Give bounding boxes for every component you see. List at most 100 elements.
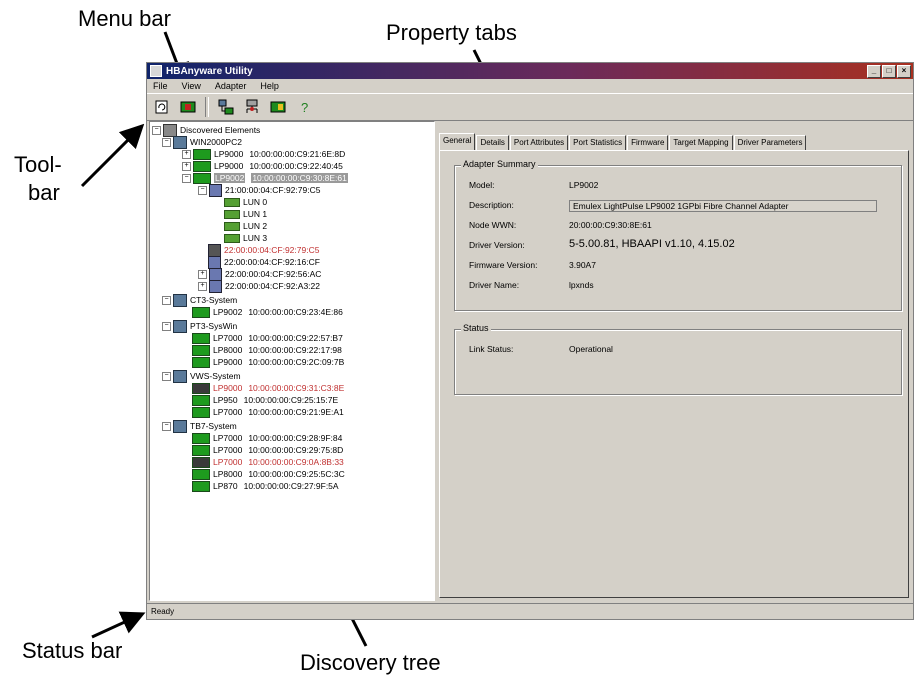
expand-icon[interactable]: + [182, 149, 191, 159]
host-label: TB7-System [190, 421, 237, 431]
tab-general[interactable]: General [439, 133, 476, 150]
lun-icon [224, 197, 240, 207]
host-icon [173, 419, 187, 433]
tree-adapter[interactable]: LP8000 10:00:00:00:C9:25:5C:3C [192, 468, 345, 480]
prop-label: Description: [469, 200, 514, 210]
tab-driver-parameters[interactable]: Driver Parameters [733, 135, 807, 150]
collapse-icon[interactable]: − [198, 185, 207, 195]
discovery-tree[interactable]: − Discovered Elements − WIN2000PC2 + LP9… [149, 121, 435, 601]
discover-button[interactable] [179, 98, 197, 116]
tab-port-attributes[interactable]: Port Attributes [509, 135, 569, 150]
adapter-model: LP950 [213, 395, 238, 405]
tab-target-mapping[interactable]: Target Mapping [669, 135, 733, 150]
tree-lun[interactable]: LUN 2 [224, 220, 267, 232]
window-title: HBAnyware Utility [166, 65, 253, 77]
status-group: Status Link Status: Operational [454, 323, 902, 395]
help-button[interactable]: ? [295, 98, 313, 116]
lun-label: LUN 2 [243, 221, 268, 231]
reset-adapter-button[interactable] [269, 98, 287, 116]
tree-adapter[interactable]: LP7000 10:00:00:00:C9:28:9F:84 [192, 432, 342, 444]
title-bar[interactable]: HBAnyware Utility _ □ × [147, 63, 913, 79]
tree-adapter[interactable]: LP950 10:00:00:00:C9:25:15:7E [192, 394, 338, 406]
adapter-wwn: 10:00:00:00:C9:31:C3:8E [248, 383, 345, 393]
tree-adapter[interactable]: LP9002 10:00:00:00:C9:23:4E:86 [192, 306, 343, 318]
menu-adapter[interactable]: Adapter [213, 81, 249, 91]
tree-adapter-selected[interactable]: − LP9002 10:00:00:00:C9:30:8E:61 [182, 172, 348, 184]
tree-root[interactable]: − Discovered Elements [152, 123, 260, 137]
adapter-icon [192, 332, 210, 344]
adapter-model: LP7000 [213, 433, 243, 443]
tab-details[interactable]: Details [476, 135, 509, 150]
tab-port-statistics[interactable]: Port Statistics [569, 135, 627, 150]
close-button[interactable]: × [897, 65, 911, 78]
target-icon [209, 183, 222, 197]
collapse-icon[interactable]: − [162, 421, 171, 431]
sort-by-host-button[interactable] [217, 98, 235, 116]
expand-icon[interactable]: + [198, 281, 207, 291]
adapter-model: LP9000 [213, 383, 243, 393]
collapse-icon[interactable]: − [162, 137, 171, 147]
adapter-wwn: 10:00:00:00:C9:23:4E:86 [248, 307, 343, 317]
tree-adapter[interactable]: + LP9000 10:00:00:00:C9:21:6E:8D [182, 148, 345, 160]
adapter-wwn: 10:00:00:00:C9:27:9F:5A [243, 481, 339, 491]
collapse-icon[interactable]: − [162, 321, 171, 331]
tree-lun[interactable]: LUN 0 [224, 196, 267, 208]
lun-label: LUN 0 [243, 197, 268, 207]
tree-target[interactable]: + 22:00:00:04:CF:92:56:AC [198, 267, 321, 281]
svg-text:?: ? [301, 100, 308, 115]
menu-view[interactable]: View [180, 81, 203, 91]
adapter-wwn: 10:00:00:00:C9:21:9E:A1 [248, 407, 344, 417]
adapter-wwn: 10:00:00:00:C9:29:75:8D [248, 445, 344, 455]
tree-host[interactable]: − PT3-SysWin [162, 319, 237, 333]
tree-adapter[interactable]: LP9000 10:00:00:00:C9:31:C3:8E [192, 382, 344, 394]
prop-model: Model: LP9002 [469, 180, 598, 190]
tree-adapter[interactable]: LP7000 10:00:00:00:C9:22:57:B7 [192, 332, 343, 344]
collapse-icon[interactable]: − [152, 125, 161, 135]
tree-adapter[interactable]: LP7000 10:00:00:00:C9:29:75:8D [192, 444, 343, 456]
menu-help[interactable]: Help [258, 81, 281, 91]
tree-adapter[interactable]: LP7000 10:00:00:00:C9:21:9E:A1 [192, 406, 344, 418]
toolbar-separator [205, 97, 209, 117]
collapse-icon[interactable]: − [162, 371, 171, 381]
adapter-error-icon [192, 382, 210, 394]
document-refresh-icon [155, 100, 168, 114]
tab-firmware[interactable]: Firmware [627, 135, 669, 150]
adapter-wwn: 10:00:00:00:C9:25:5C:3C [248, 469, 345, 479]
callout-property-tabs: Property tabs [386, 20, 517, 45]
expand-icon[interactable]: + [182, 161, 191, 171]
collapse-icon[interactable]: − [182, 173, 191, 183]
tree-target[interactable]: 22:00:00:04:CF:92:79:C5 [208, 243, 319, 257]
minimize-button[interactable]: _ [867, 65, 881, 78]
maximize-button[interactable]: □ [882, 65, 896, 78]
tree-host[interactable]: − VWS-System [162, 369, 241, 383]
prop-firmware-version: Firmware Version: 3.90A7 [469, 260, 596, 270]
callout-toolbar-line1: Tool- [14, 152, 62, 177]
adapter-icon [192, 444, 210, 456]
tree-adapter[interactable]: LP9000 10:00:00:00:C9:2C:09:7B [192, 356, 344, 368]
tree-host[interactable]: − WIN2000PC2 [162, 135, 242, 149]
status-bar: Ready [147, 603, 913, 619]
tree-adapter[interactable]: LP870 10:00:00:00:C9:27:9F:5A [192, 480, 339, 492]
target-wwn: 22:00:00:04:CF:92:A3:22 [225, 281, 320, 291]
tree-target[interactable]: 22:00:00:04:CF:92:16:CF [208, 255, 320, 269]
lun-icon [224, 221, 240, 231]
sort-by-fabric-button[interactable] [243, 98, 261, 116]
adapter-model: LP7000 [213, 457, 243, 467]
tree-host[interactable]: − CT3-System [162, 293, 237, 307]
tree-target[interactable]: + 22:00:00:04:CF:92:A3:22 [198, 279, 320, 293]
tree-adapter[interactable]: LP8000 10:00:00:00:C9:22:17:98 [192, 344, 342, 356]
adapter-wwn: 10:00:00:00:C9:0A:8B:33 [248, 457, 344, 467]
host-tree-icon [218, 99, 234, 115]
tree-lun[interactable]: LUN 3 [224, 232, 267, 244]
prop-value: 20:00:00:C9:30:8E:61 [569, 220, 652, 230]
tree-lun[interactable]: LUN 1 [224, 208, 267, 220]
prop-link-status: Link Status: Operational [469, 344, 613, 354]
tree-host[interactable]: − TB7-System [162, 419, 237, 433]
expand-icon[interactable]: + [198, 269, 207, 279]
tree-adapter[interactable]: LP7000 10:00:00:00:C9:0A:8B:33 [192, 456, 344, 468]
refresh-button[interactable] [153, 98, 171, 116]
tree-adapter[interactable]: + LP9000 10:00:00:00:C9:22:40:45 [182, 160, 343, 172]
tree-target[interactable]: − 21:00:00:04:CF:92:79:C5 [198, 183, 320, 197]
menu-file[interactable]: File [151, 81, 170, 91]
collapse-icon[interactable]: − [162, 295, 171, 305]
